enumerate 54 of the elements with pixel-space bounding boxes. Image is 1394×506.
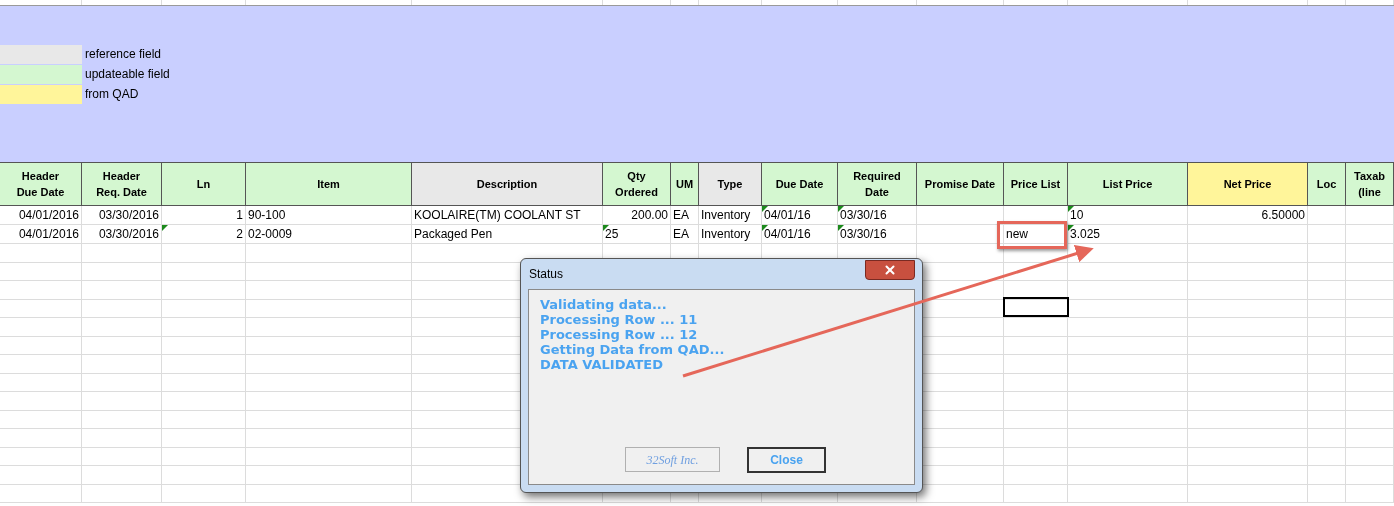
table-cell: 6.50000 xyxy=(1261,207,1305,223)
column-header: UM xyxy=(671,163,699,205)
column-header: Promise Date xyxy=(917,163,1004,205)
table-cell: 03/30/16 xyxy=(840,207,887,223)
table-cell: KOOLAIRE(TM) COOLANT ST xyxy=(414,207,581,223)
dialog-title: Status xyxy=(529,266,564,283)
table-cell: EA xyxy=(673,226,689,242)
table-cell: 04/01/2016 xyxy=(18,226,79,242)
column-header: Qty Ordered xyxy=(603,163,671,205)
status-message: Validating data... xyxy=(540,297,668,312)
table-cell: 2 xyxy=(236,226,243,242)
legend-label: updateable field xyxy=(85,66,170,83)
table-cell: 10 xyxy=(1070,207,1084,223)
status-message: Processing Row ... 11 xyxy=(540,312,699,327)
table-cell: 03/30/2016 xyxy=(98,226,159,242)
status-message: Processing Row ... 12 xyxy=(540,327,699,342)
table-cell: 03/30/2016 xyxy=(98,207,159,223)
legend-label: from QAD xyxy=(85,86,139,103)
legend-label: reference field xyxy=(85,46,162,63)
status-message: Getting Data from QAD... xyxy=(540,342,726,357)
column-header: Loc xyxy=(1308,163,1346,205)
table-cell: 3.025 xyxy=(1070,226,1101,242)
table-cell: EA xyxy=(673,207,689,223)
table-cell: 03/30/16 xyxy=(840,226,887,242)
table-cell: 90-100 xyxy=(248,207,286,223)
table-cell: 04/01/16 xyxy=(764,207,811,223)
table-cell: Inventory xyxy=(701,226,751,242)
column-header: Due Date xyxy=(762,163,838,205)
table-cell: 25 xyxy=(605,226,619,242)
column-header: Description xyxy=(412,163,603,205)
highlight-box xyxy=(997,221,1067,249)
column-header: Price List xyxy=(1004,163,1068,205)
table-cell: Packaged Pen xyxy=(414,226,493,242)
column-header: Taxab (line xyxy=(1346,163,1394,205)
column-header: Required Date xyxy=(838,163,917,205)
close-button[interactable] xyxy=(865,260,915,280)
cell-cursor xyxy=(1003,297,1069,317)
table-cell: 200.00 xyxy=(631,207,668,223)
dialog-button[interactable]: Close xyxy=(747,447,826,473)
column-header: Type xyxy=(699,163,762,205)
table-cell: 1 xyxy=(236,207,243,223)
column-header: Item xyxy=(246,163,412,205)
table-cell: 02-0009 xyxy=(248,226,293,242)
column-header: Net Price xyxy=(1188,163,1308,205)
column-header: List Price xyxy=(1068,163,1188,205)
table-cell: 04/01/2016 xyxy=(18,207,79,223)
column-header: Ln xyxy=(162,163,246,205)
table-cell: new xyxy=(1006,226,1028,242)
column-header: Header Req. Date xyxy=(82,163,162,205)
table-cell: 04/01/16 xyxy=(764,226,811,242)
status-message: DATA VALIDATED xyxy=(540,357,665,372)
close-icon xyxy=(883,263,897,277)
table-cell: Inventory xyxy=(701,207,751,223)
column-header: Header Due Date xyxy=(0,163,82,205)
